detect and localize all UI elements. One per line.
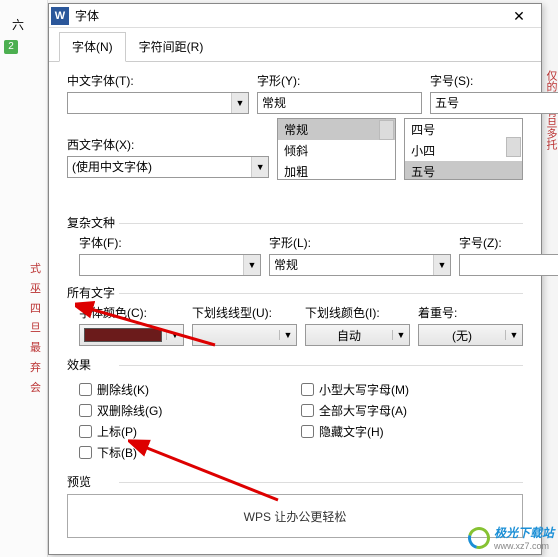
font-color-combo[interactable]: ▼ (79, 324, 184, 346)
tab-bar: 字体(N) 字符间距(R) (49, 28, 541, 62)
color-swatch (84, 328, 162, 342)
emphasis-label: 着重号: (418, 304, 523, 321)
emphasis-value: (无) (419, 327, 505, 344)
chevron-down-icon[interactable]: ▼ (251, 157, 268, 177)
underline-style-label: 下划线线型(U): (192, 304, 297, 321)
tab-spacing[interactable]: 字符间距(R) (126, 32, 217, 61)
bg-six: 六 (12, 16, 24, 33)
size-combo[interactable] (430, 92, 558, 114)
preview-sample: WPS 让办公更轻松 (244, 508, 347, 525)
window-title: 字体 (75, 7, 499, 24)
complex-font-combo[interactable]: ▼ (79, 254, 261, 276)
watermark-logo: 极光下载站 www.xz7.com (468, 524, 554, 551)
style-label: 字形(Y): (257, 72, 422, 89)
size-listbox[interactable]: 四号 小四 五号 (404, 118, 523, 180)
alltext-header: 所有文字 (67, 284, 523, 301)
bg-left-text: 式巫 四旦最弃 会 (30, 260, 44, 399)
underline-color-value: 自动 (306, 327, 392, 344)
list-item[interactable]: 五号 (405, 161, 522, 180)
strike-label: 删除线(K) (97, 381, 149, 398)
subscript-checkbox[interactable]: 下标(B) (79, 444, 301, 461)
complex-style-combo[interactable]: ▼ (269, 254, 451, 276)
underline-color-label: 下划线颜色(I): (305, 304, 410, 321)
style-input[interactable] (258, 93, 421, 113)
tab-font[interactable]: 字体(N) (59, 32, 126, 62)
superscript-label: 上标(P) (97, 423, 137, 440)
dialog-content: 中文字体(T): ▼ 字形(Y): 字号(S): (49, 62, 541, 548)
cn-font-label: 中文字体(T): (67, 72, 249, 89)
logo-ring-icon (464, 522, 494, 552)
preview-header: 预览 (67, 473, 523, 490)
double-strike-label: 双删除线(G) (97, 402, 162, 419)
west-font-label: 西文字体(X): (67, 136, 269, 153)
underline-style-combo[interactable]: ▼ (192, 324, 297, 346)
chevron-down-icon[interactable]: ▼ (243, 255, 260, 275)
chevron-down-icon[interactable]: ▼ (231, 93, 248, 113)
complex-style-input[interactable] (270, 255, 433, 275)
logo-url: www.xz7.com (494, 541, 554, 551)
emphasis-combo[interactable]: (无) ▼ (418, 324, 523, 346)
smallcaps-label: 小型大写字母(M) (319, 381, 409, 398)
preview-box: WPS 让办公更轻松 (67, 494, 523, 538)
app-icon: W (51, 7, 69, 25)
subscript-label: 下标(B) (97, 444, 137, 461)
complex-size-combo[interactable]: ▼ (459, 254, 558, 276)
complex-font-input[interactable] (80, 255, 243, 275)
chevron-down-icon[interactable]: ▼ (392, 330, 409, 340)
hidden-checkbox[interactable]: 隐藏文字(H) (301, 423, 523, 440)
chevron-down-icon[interactable]: ▼ (505, 330, 522, 340)
hidden-label: 隐藏文字(H) (319, 423, 384, 440)
complex-size-label: 字号(Z): (459, 234, 558, 251)
logo-text: 极光下载站 (494, 524, 554, 541)
list-item[interactable]: 常规 (278, 119, 395, 140)
font-dialog: W 字体 ✕ 字体(N) 字符间距(R) 中文字体(T): ▼ 字形(Y): (48, 3, 542, 555)
complex-font-label: 字体(F): (79, 234, 261, 251)
cn-font-input[interactable] (68, 93, 231, 113)
font-color-label: 字体颜色(C): (79, 304, 184, 321)
scrollbar-thumb[interactable] (379, 120, 394, 140)
underline-color-combo[interactable]: 自动 ▼ (305, 324, 410, 346)
west-font-combo[interactable]: (使用中文字体) ▼ (67, 156, 269, 178)
style-listbox[interactable]: 常规 倾斜 加粗 (277, 118, 396, 180)
list-item[interactable]: 小四 (405, 140, 522, 161)
size-label: 字号(S): (430, 72, 558, 89)
smallcaps-checkbox[interactable]: 小型大写字母(M) (301, 381, 523, 398)
double-strike-checkbox[interactable]: 双删除线(G) (79, 402, 301, 419)
scrollbar-thumb[interactable] (506, 137, 521, 157)
chevron-down-icon[interactable]: ▼ (279, 330, 296, 340)
cn-font-combo[interactable]: ▼ (67, 92, 249, 114)
chevron-down-icon[interactable]: ▼ (166, 330, 183, 340)
west-font-value: (使用中文字体) (68, 157, 251, 177)
complex-style-label: 字形(L): (269, 234, 451, 251)
close-button[interactable]: ✕ (499, 5, 539, 27)
complex-size-input[interactable] (460, 255, 558, 275)
size-input[interactable] (431, 93, 558, 113)
complex-header: 复杂文种 (67, 214, 523, 231)
allcaps-checkbox[interactable]: 全部大写字母(A) (301, 402, 523, 419)
effects-header: 效果 (67, 356, 523, 373)
titlebar[interactable]: W 字体 ✕ (49, 4, 541, 28)
list-item[interactable]: 加粗 (278, 161, 395, 180)
list-item[interactable]: 四号 (405, 119, 522, 140)
superscript-checkbox[interactable]: 上标(P) (79, 423, 301, 440)
strike-checkbox[interactable]: 删除线(K) (79, 381, 301, 398)
chevron-down-icon[interactable]: ▼ (433, 255, 450, 275)
line-marker: 2 (4, 40, 18, 54)
allcaps-label: 全部大写字母(A) (319, 402, 407, 419)
style-combo[interactable] (257, 92, 422, 114)
list-item[interactable]: 倾斜 (278, 140, 395, 161)
